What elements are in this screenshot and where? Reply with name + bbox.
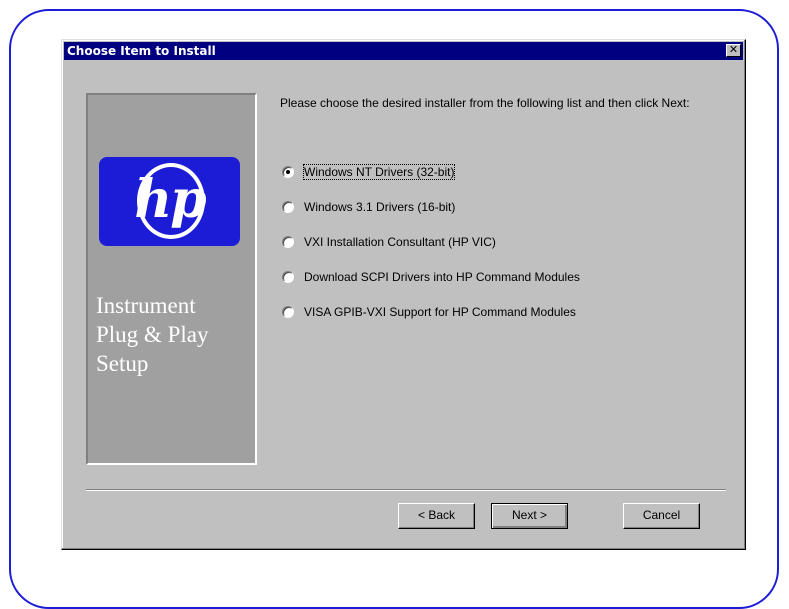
banner-title-line-1: Instrument (96, 293, 196, 318)
banner-title-line-3: Setup (96, 351, 149, 376)
banner-title-line-2: Plug & Play (96, 322, 209, 347)
option-label: VXI Installation Consultant (HP VIC) (304, 235, 496, 249)
radio-dot-icon (286, 170, 290, 174)
side-banner: hp Instrument Plug & Play Setup (86, 93, 257, 465)
radio-button[interactable] (282, 271, 294, 283)
back-button[interactable]: < Back (398, 503, 475, 529)
radio-button[interactable] (282, 201, 294, 213)
option-windows-nt[interactable]: Windows NT Drivers (32-bit) (282, 164, 580, 181)
install-dialog: Choose Item to Install ✕ hp Instrument P… (61, 39, 746, 550)
close-button[interactable]: ✕ (726, 44, 741, 57)
next-button[interactable]: Next > (491, 503, 568, 529)
option-windows-31[interactable]: Windows 3.1 Drivers (16-bit) (282, 199, 580, 216)
option-download-scpi[interactable]: Download SCPI Drivers into HP Command Mo… (282, 269, 580, 286)
option-visa-gpib[interactable]: VISA GPIB-VXI Support for HP Command Mod… (282, 304, 580, 321)
option-label: VISA GPIB-VXI Support for HP Command Mod… (304, 305, 576, 319)
radio-button-selected[interactable] (282, 166, 294, 178)
option-label: Windows 3.1 Drivers (16-bit) (304, 200, 456, 214)
banner-title: Instrument Plug & Play Setup (96, 291, 256, 378)
instructions-text: Please choose the desired installer from… (280, 96, 690, 110)
option-vxi-consultant[interactable]: VXI Installation Consultant (HP VIC) (282, 234, 580, 251)
radio-button[interactable] (282, 306, 294, 318)
cancel-button[interactable]: Cancel (623, 503, 700, 529)
radio-button[interactable] (282, 236, 294, 248)
dialog-title: Choose Item to Install (67, 44, 216, 58)
option-label: Windows NT Drivers (32-bit) (302, 164, 456, 180)
button-separator (86, 489, 726, 491)
title-bar[interactable]: Choose Item to Install ✕ (64, 42, 743, 60)
close-icon: ✕ (728, 43, 739, 56)
logo-text: hp (134, 169, 206, 230)
installer-options: Windows NT Drivers (32-bit) Windows 3.1 … (282, 164, 580, 339)
option-label: Download SCPI Drivers into HP Command Mo… (304, 270, 580, 284)
hp-logo: hp (99, 157, 240, 246)
